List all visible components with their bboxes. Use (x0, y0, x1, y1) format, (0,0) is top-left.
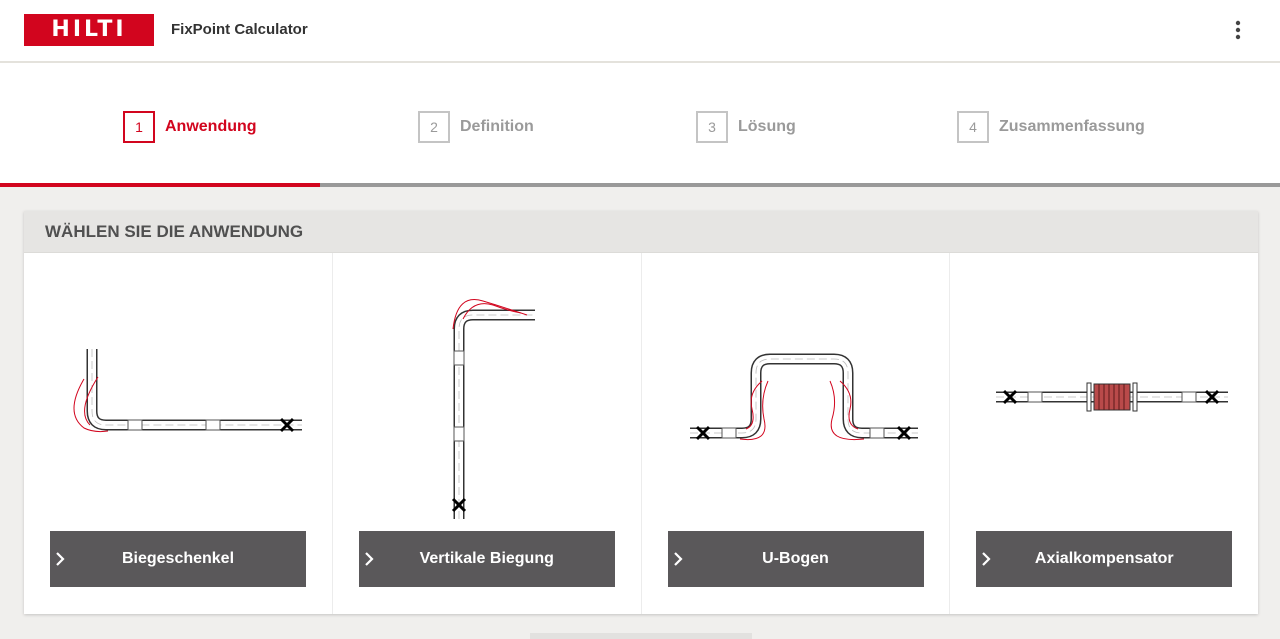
select-biegeschenkel-button[interactable]: Biegeschenkel (50, 531, 306, 587)
panel-title: WÄHLEN SIE DIE ANWENDUNG (24, 211, 1258, 253)
button-label: Axialkompensator (1034, 550, 1174, 567)
top-bar: HILTI FixPoint Calculator (0, 0, 1280, 63)
step-label: Zusammenfassung (999, 118, 1145, 135)
more-vertical-icon[interactable] (1226, 16, 1250, 44)
option-card-vertikale-biegung: Vertikale Biegung (333, 253, 642, 614)
application-panel: WÄHLEN SIE DIE ANWENDUNG Biegeschenkel V… (24, 211, 1258, 614)
step-loesung[interactable]: 3 Lösung (696, 111, 796, 143)
option-card-biegeschenkel: Biegeschenkel (24, 253, 333, 614)
step-number: 4 (957, 111, 989, 143)
step-label: Lösung (738, 118, 796, 135)
button-label: Biegeschenkel (121, 550, 235, 567)
step-label: Definition (460, 118, 534, 135)
button-label: Vertikale Biegung (419, 550, 554, 567)
step-anwendung[interactable]: 1 Anwendung (123, 111, 257, 143)
chevron-right-icon (982, 552, 991, 566)
option-card-u-bogen: U-Bogen (642, 253, 951, 614)
axial-compensator-pipe-diagram (996, 382, 1229, 412)
step-navigation: 1 Anwendung 2 Definition 3 Lösung 4 Zusa… (0, 63, 1280, 187)
vertical-bend-pipe-diagram (451, 299, 535, 519)
step-progress-fill (0, 183, 320, 187)
bottom-scroll-handle (530, 633, 752, 639)
step-number: 3 (696, 111, 728, 143)
button-label: U-Bogen (762, 550, 829, 567)
chevron-right-icon (56, 552, 65, 566)
step-definition[interactable]: 2 Definition (418, 111, 534, 143)
select-vertikale-biegung-button[interactable]: Vertikale Biegung (358, 531, 615, 587)
u-bend-pipe-diagram (689, 353, 918, 441)
step-label: Anwendung (165, 118, 257, 135)
hilti-logo: HILTI (24, 14, 154, 46)
select-u-bogen-button[interactable]: U-Bogen (667, 531, 924, 587)
step-number: 1 (123, 111, 155, 143)
select-axialkompensator-button[interactable]: Axialkompensator (976, 531, 1233, 587)
step-progress-bar (0, 183, 1280, 187)
chevron-right-icon (673, 552, 683, 566)
chevron-right-icon (364, 552, 374, 566)
step-zusammenfassung[interactable]: 4 Zusammenfassung (957, 111, 1145, 143)
step-number: 2 (418, 111, 450, 143)
logo-text: HILTI (51, 17, 127, 42)
l-bend-pipe-diagram (73, 349, 302, 433)
option-card-axialkompensator: Axialkompensator (950, 253, 1258, 614)
app-title: FixPoint Calculator (171, 21, 308, 38)
